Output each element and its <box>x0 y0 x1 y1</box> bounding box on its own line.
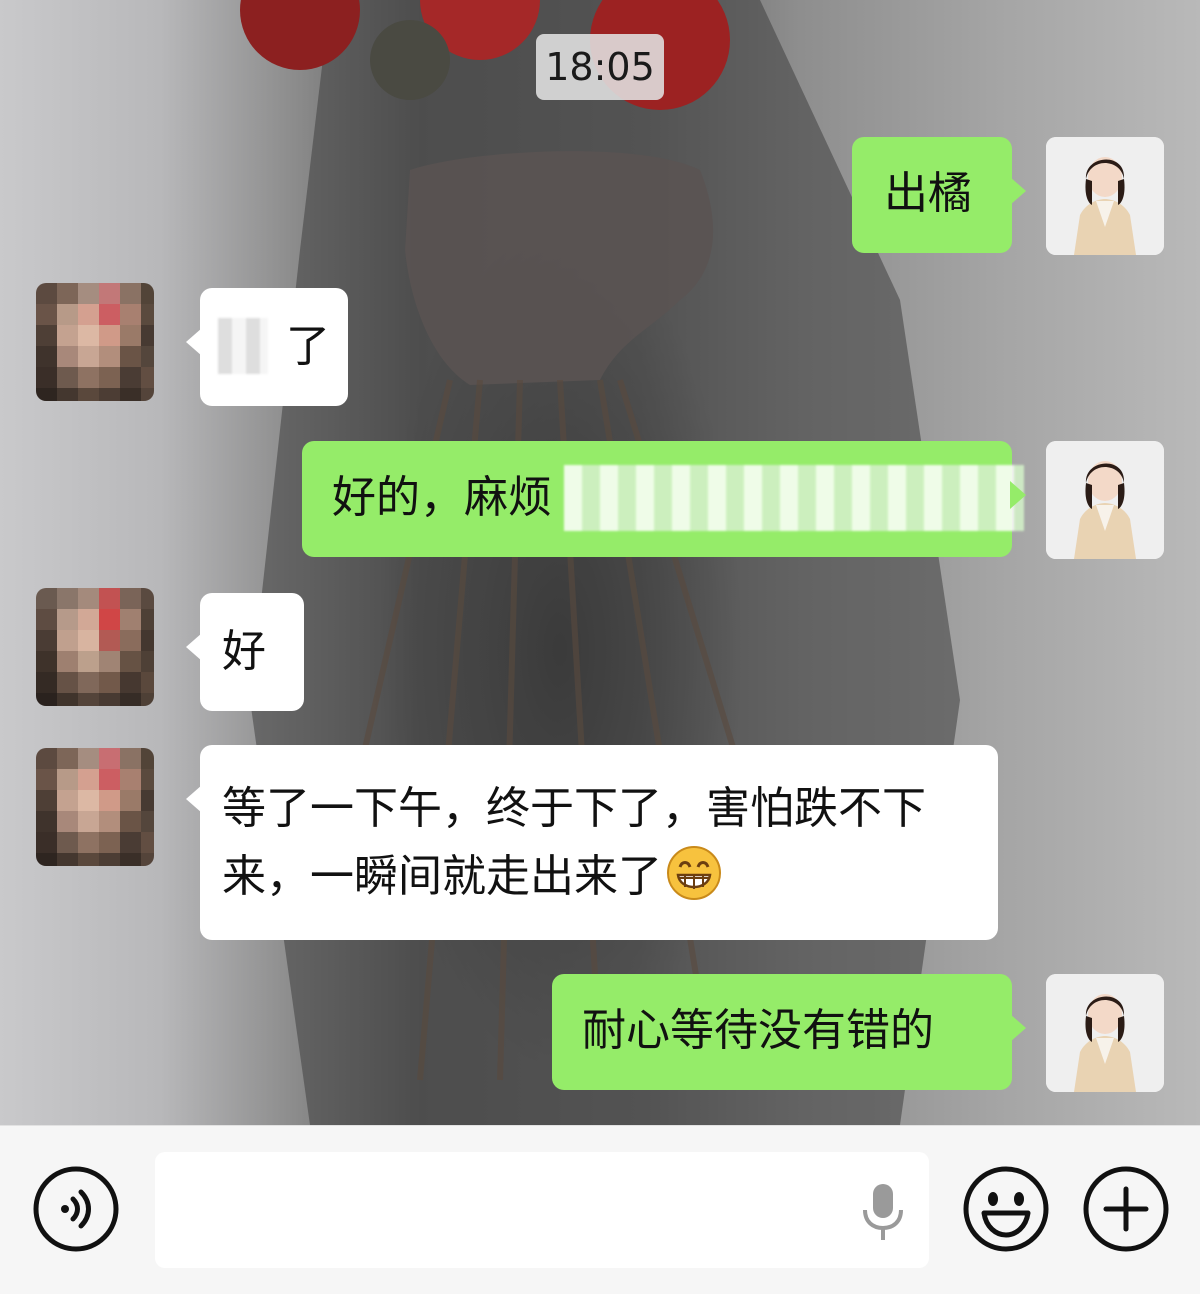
contact-message-bubble[interactable]: 好 <box>186 593 304 711</box>
my-avatar[interactable] <box>1046 974 1164 1092</box>
message-text: 等了一下午，终于下了，害怕跌不下来，一瞬间就走出来了 <box>222 783 926 902</box>
voice-toggle-button[interactable] <box>32 1165 120 1253</box>
redaction-mosaic <box>218 318 268 374</box>
grinning-face-emoji <box>667 846 721 900</box>
contact-avatar[interactable] <box>36 748 154 866</box>
emoji-button[interactable] <box>962 1165 1050 1253</box>
message-text: 好的，麻烦 <box>332 472 552 523</box>
my-message-bubble[interactable]: 耐心等待没有错的 <box>552 974 1026 1090</box>
pixelated-avatar-image <box>36 748 154 866</box>
contact-avatar[interactable] <box>36 588 154 706</box>
chat-wallpaper <box>0 0 1200 1125</box>
message-timestamp: 18:05 <box>536 34 664 100</box>
message-input[interactable] <box>155 1152 929 1268</box>
my-message-bubble[interactable]: 出橘 <box>852 137 1026 253</box>
message-text: 出橘 <box>884 168 972 219</box>
message-text: 了 <box>286 321 330 372</box>
contact-message-bubble[interactable]: 了 <box>186 288 348 406</box>
chat-input-bar <box>0 1125 1200 1294</box>
pixelated-avatar-image <box>36 588 154 706</box>
message-text: 耐心等待没有错的 <box>582 1005 934 1056</box>
redaction-mosaic <box>564 465 1024 531</box>
more-options-button[interactable] <box>1082 1165 1170 1253</box>
voice-input-button[interactable] <box>858 1182 908 1242</box>
pixelated-avatar-image <box>36 283 154 401</box>
my-message-bubble[interactable]: 好的，麻烦 <box>302 441 1026 557</box>
contact-avatar[interactable] <box>36 283 154 401</box>
microphone-icon <box>863 1184 903 1240</box>
smiley-icon <box>963 1166 1049 1252</box>
plus-icon <box>1083 1166 1169 1252</box>
my-avatar[interactable] <box>1046 441 1164 559</box>
chat-screen: 18:05 出橘 了 好的，麻烦 好 等了一下午，终于下了，害怕跌不下来，一瞬间… <box>0 0 1200 1294</box>
my-avatar[interactable] <box>1046 137 1164 255</box>
message-text: 好 <box>222 626 266 677</box>
contact-message-bubble[interactable]: 等了一下午，终于下了，害怕跌不下来，一瞬间就走出来了 <box>186 745 998 940</box>
voice-icon <box>33 1166 119 1252</box>
